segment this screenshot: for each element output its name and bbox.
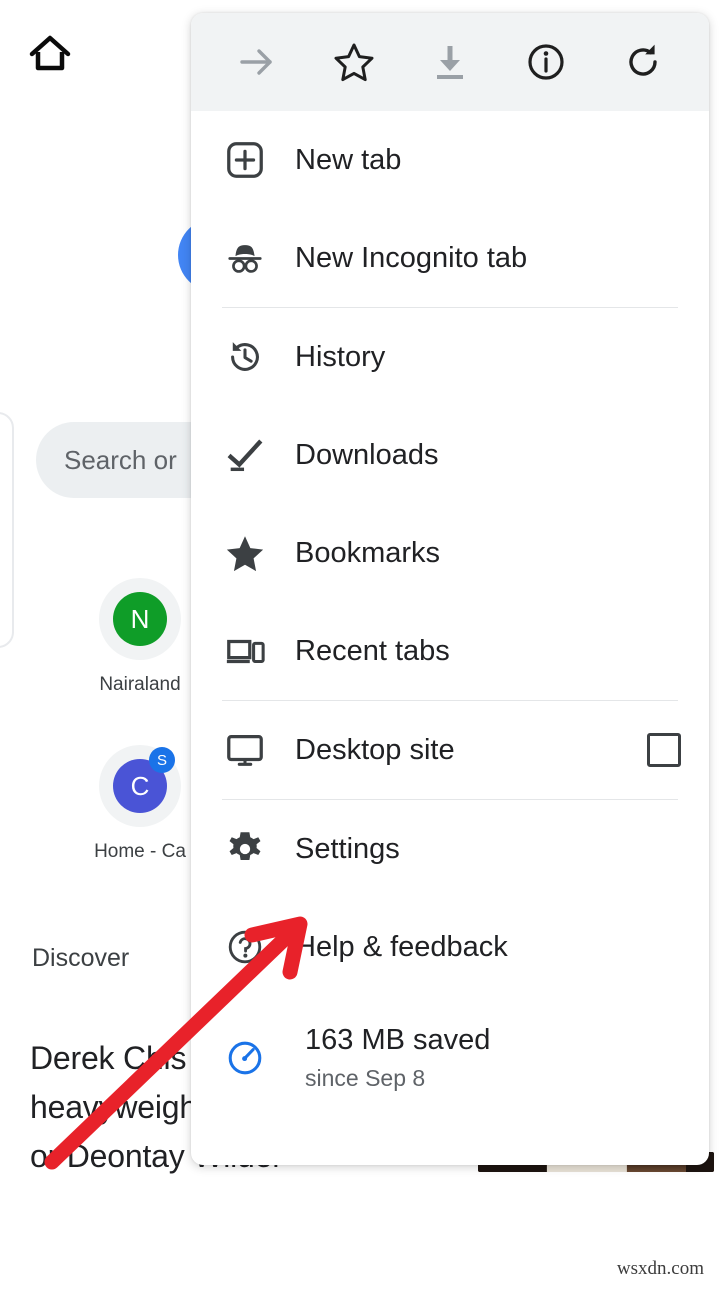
devices-icon xyxy=(223,629,267,673)
desktop-site-checkbox[interactable] xyxy=(647,733,681,767)
history-icon xyxy=(223,335,267,379)
home-icon[interactable] xyxy=(28,32,72,76)
shortcut-tile: N xyxy=(99,578,181,660)
menu-item-downloads[interactable]: Downloads xyxy=(191,406,709,504)
menu-item-label: New tab xyxy=(295,143,402,176)
incognito-icon xyxy=(223,236,267,280)
menu-item-label: Desktop site xyxy=(295,733,455,766)
shortcut-badge: S xyxy=(149,747,175,773)
reload-icon[interactable] xyxy=(612,31,674,93)
menu-item-new-tab[interactable]: New tab xyxy=(191,111,709,209)
favicon: N xyxy=(113,592,167,646)
star-icon[interactable] xyxy=(323,31,385,93)
menu-item-data-saver[interactable]: 163 MB saved since Sep 8 xyxy=(191,996,709,1120)
menu-item-label: New Incognito tab xyxy=(295,241,528,274)
favicon-letter: N xyxy=(130,603,150,634)
menu-item-bookmarks[interactable]: Bookmarks xyxy=(191,504,709,602)
data-saver-amount: 163 MB saved xyxy=(305,1024,491,1056)
info-icon[interactable] xyxy=(515,31,577,93)
search-placeholder: Search or xyxy=(64,444,177,475)
speedometer-icon xyxy=(223,1036,267,1080)
menu-item-label: Recent tabs xyxy=(295,634,450,667)
download-icon[interactable] xyxy=(419,31,481,93)
discover-section-title: Discover xyxy=(32,944,130,972)
chrome-overflow-menu: New tab New Incognito tab History Downlo… xyxy=(191,13,709,1165)
menu-item-history[interactable]: History xyxy=(191,308,709,406)
star-filled-icon xyxy=(223,531,267,575)
menu-item-desktop-site[interactable]: Desktop site xyxy=(191,701,709,799)
menu-item-settings[interactable]: Settings xyxy=(191,800,709,898)
gear-icon xyxy=(223,827,267,871)
menu-item-new-incognito-tab[interactable]: New Incognito tab xyxy=(191,209,709,307)
new-tab-icon xyxy=(223,138,267,182)
downloads-check-icon xyxy=(223,433,267,477)
help-circle-icon xyxy=(223,925,267,969)
shortcut-tile: C S xyxy=(99,745,181,827)
watermark: wsxdn.com xyxy=(616,1258,704,1279)
menu-item-help-feedback[interactable]: Help & feedback xyxy=(191,898,709,996)
monitor-icon xyxy=(223,728,267,772)
menu-item-recent-tabs[interactable]: Recent tabs xyxy=(191,602,709,700)
data-saver-since: since Sep 8 xyxy=(305,1065,426,1091)
forward-arrow-icon[interactable] xyxy=(226,31,288,93)
menu-toolbar xyxy=(191,13,709,111)
menu-item-label: Bookmarks xyxy=(295,536,441,569)
page-edge-card xyxy=(0,412,14,648)
menu-item-label: Help & feedback xyxy=(295,930,508,963)
menu-item-label: Settings xyxy=(295,832,400,865)
favicon-letter: C xyxy=(130,770,150,801)
menu-item-label: Downloads xyxy=(295,438,439,471)
menu-item-label: History xyxy=(295,340,386,373)
